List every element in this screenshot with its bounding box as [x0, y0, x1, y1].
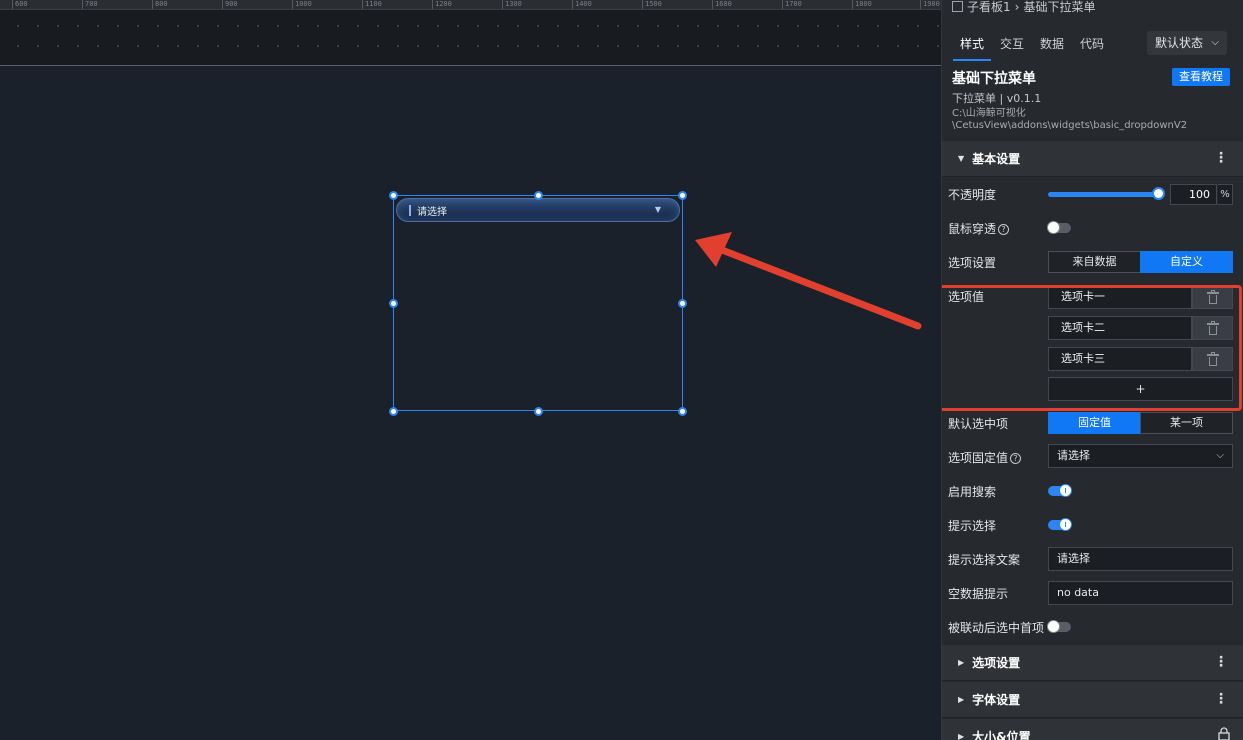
state-select[interactable]: 默认状态 ⌵ [1147, 31, 1227, 55]
collapsed-triangle-icon: ▶ [958, 695, 965, 704]
help-icon[interactable]: ? [1010, 453, 1022, 464]
collapsed-triangle-icon: ▶ [958, 732, 965, 740]
section-title: 基本设置 [972, 152, 1021, 166]
active-tab-indicator [953, 59, 991, 61]
linked-select-first-toggle[interactable] [1047, 620, 1071, 633]
prompt-select-toggle[interactable] [1048, 518, 1072, 531]
section-option-settings[interactable]: ▶ 选项设置 ⋮ [942, 645, 1243, 681]
section-title: 大小&位置 [972, 730, 1031, 740]
breadcrumb-separator: › [1014, 0, 1020, 14]
tab-interaction[interactable]: 交互 [1000, 35, 1024, 52]
more-icon[interactable]: ⋮ [1214, 655, 1228, 669]
enable-search-toggle[interactable] [1048, 484, 1072, 497]
toggle-knob [1059, 518, 1072, 531]
prompt-select-label: 提示选择 [948, 519, 997, 533]
chevron-down-icon: ⌵ [1216, 450, 1224, 461]
empty-data-label: 空数据提示 [948, 587, 1009, 601]
panel-tabs: 样式 交互 数据 代码 默认状态 ⌵ [942, 28, 1243, 61]
enable-search-label: 启用搜索 [948, 485, 997, 499]
toggle-knob [1059, 484, 1072, 497]
widget-path: \CetusView\addons\widgets\basic_dropdown… [952, 120, 1188, 131]
breadcrumb-current: 基础下拉菜单 [1023, 0, 1096, 14]
option-source-custom[interactable]: 自定义 [1140, 251, 1233, 273]
opacity-input[interactable]: 100 [1170, 184, 1217, 205]
lock-icon[interactable] [1218, 727, 1230, 740]
linked-select-first-label: 被联动后选中首项 [948, 621, 1045, 635]
default-mode-fixed[interactable]: 固定值 [1048, 412, 1141, 434]
default-selected-label: 默认选中项 [948, 417, 1009, 431]
prompt-text-input[interactable]: 请选择 [1048, 547, 1233, 571]
opacity-unit: % [1218, 184, 1233, 205]
fixed-value-text: 选项固定值 [948, 451, 1009, 465]
more-icon[interactable]: ⋮ [1214, 151, 1228, 165]
option-source-from-data[interactable]: 来自数据 [1048, 251, 1141, 273]
mouse-through-text: 鼠标穿透 [948, 222, 997, 236]
mouse-through-toggle[interactable] [1047, 221, 1071, 234]
fixed-value-label: 选项固定值? [948, 449, 1022, 466]
section-size-position[interactable]: ▶ 大小&位置 [942, 719, 1243, 740]
section-font-settings[interactable]: ▶ 字体设置 ⋮ [942, 682, 1243, 718]
opacity-label: 不透明度 [948, 188, 997, 202]
board-icon [952, 1, 963, 12]
tab-data[interactable]: 数据 [1040, 35, 1064, 52]
fixed-value-select[interactable]: 请选择 ⌵ [1048, 444, 1233, 468]
mouse-through-label: 鼠标穿透? [948, 220, 1010, 237]
breadcrumb-parent[interactable]: 子看板1 [967, 0, 1011, 15]
state-select-value: 默认状态 [1155, 36, 1204, 50]
fixed-value-select-value: 请选择 [1057, 449, 1090, 462]
opacity-slider-thumb[interactable] [1152, 187, 1165, 200]
section-title: 字体设置 [972, 693, 1021, 707]
prompt-text-label: 提示选择文案 [948, 553, 1021, 567]
toggle-knob [1047, 221, 1060, 234]
help-icon[interactable]: ? [998, 224, 1010, 235]
breadcrumb: 子看板1 › 基础下拉菜单 [952, 0, 1095, 15]
view-tutorial-button[interactable]: 查看教程 [1172, 68, 1230, 86]
option-settings-label: 选项设置 [948, 256, 997, 270]
section-basic-settings[interactable]: ▼ 基本设置 ⋮ [942, 141, 1243, 177]
more-icon[interactable]: ⋮ [1214, 692, 1228, 706]
collapsed-triangle-icon: ▶ [958, 658, 965, 667]
toggle-knob [1047, 620, 1060, 633]
widget-version: 下拉菜单 | v0.1.1 [952, 92, 1042, 105]
editor-canvas[interactable]: 600 700 800 900 1000 1100 1200 1300 1400… [0, 0, 941, 740]
tab-style[interactable]: 样式 [960, 35, 984, 52]
tab-code[interactable]: 代码 [1080, 35, 1104, 52]
section-title: 选项设置 [972, 656, 1021, 670]
expanded-triangle-icon: ▼ [958, 154, 965, 163]
opacity-slider[interactable] [1048, 192, 1158, 197]
default-mode-item[interactable]: 某一项 [1140, 412, 1233, 434]
annotation-arrow [695, 232, 922, 330]
chevron-down-icon: ⌵ [1211, 37, 1219, 48]
annotation-highlight-box [942, 285, 1242, 411]
widget-path: C:\山海鲸可视化 [952, 108, 1026, 119]
empty-data-input[interactable]: no data [1048, 581, 1233, 605]
property-panel: 子看板1 › 基础下拉菜单 样式 交互 数据 代码 默认状态 ⌵ 基础下拉菜单 … [941, 0, 1243, 740]
